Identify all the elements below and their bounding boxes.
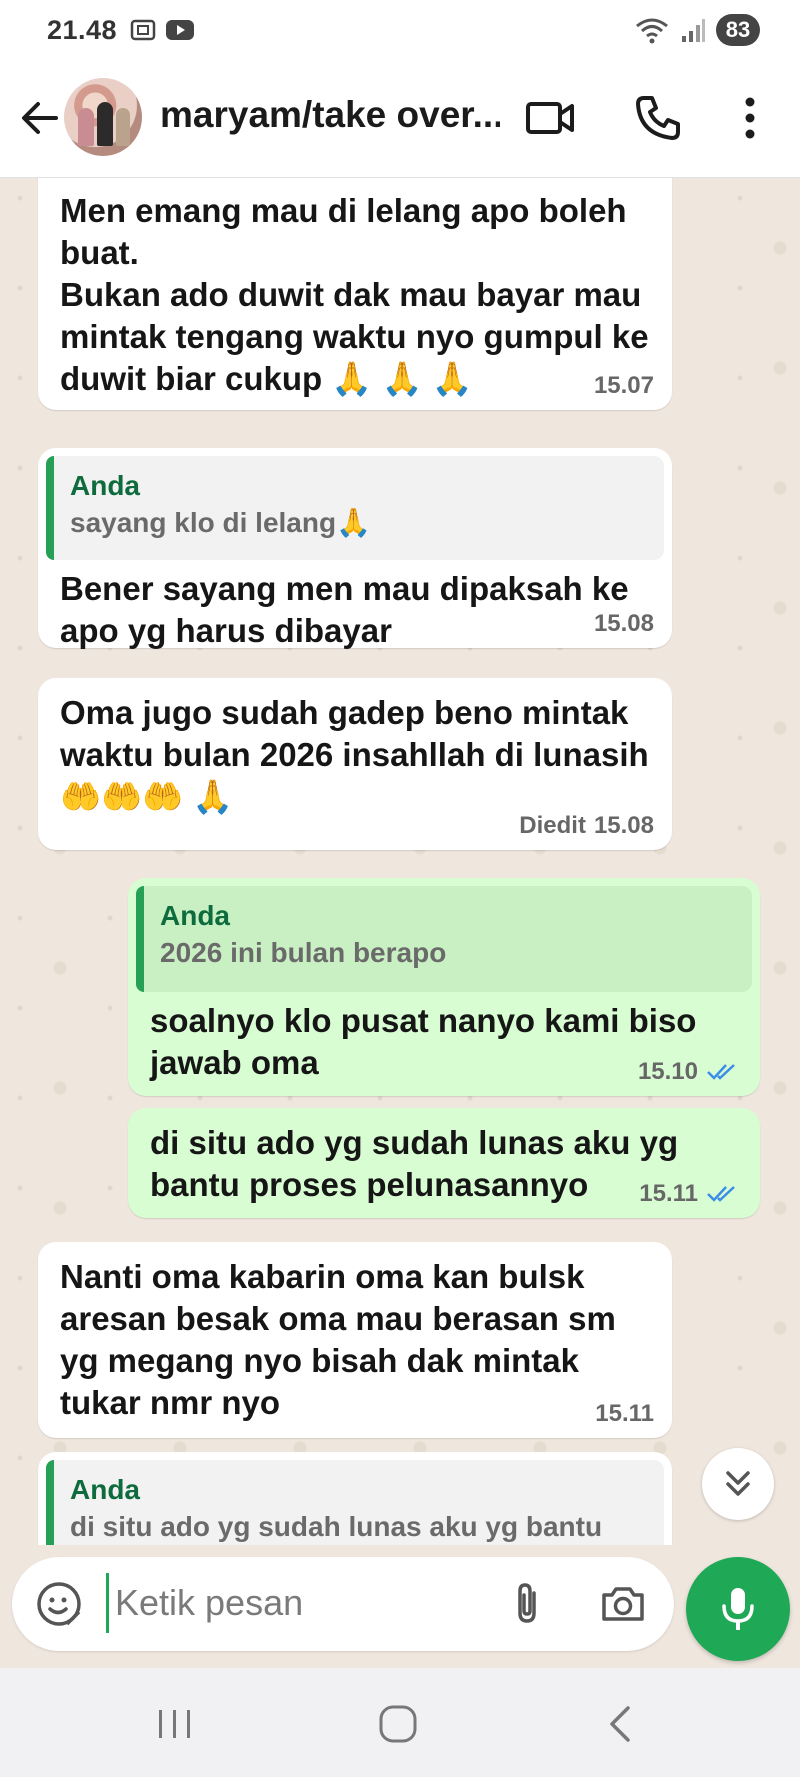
composer-bar	[0, 1545, 800, 1668]
system-navigation-bar	[0, 1668, 800, 1777]
quote-text: sayang klo di lelang🙏	[70, 507, 371, 538]
screenshot-icon	[130, 19, 156, 41]
status-notification-icons	[129, 18, 195, 42]
message-time: 15.11	[639, 1180, 698, 1207]
youtube-icon	[166, 20, 195, 40]
incoming-message[interactable]: Nanti oma kabarin oma kan bulsk aresan b…	[38, 1242, 672, 1438]
message-input[interactable]	[106, 1573, 486, 1633]
phone-call-icon[interactable]	[632, 92, 684, 144]
read-ticks-icon	[707, 1186, 735, 1202]
message-input-container[interactable]	[12, 1557, 674, 1651]
message-text: Bener sayang men mau dipaksah ke apo yg …	[60, 570, 629, 649]
message-list[interactable]: Men emang mau di lelang apo boleh buat. …	[0, 178, 800, 1545]
read-ticks-icon	[707, 1064, 735, 1080]
incoming-message[interactable]: Men emang mau di lelang apo boleh buat. …	[38, 178, 672, 410]
message-meta: 15.11	[595, 1400, 654, 1428]
status-time: 21.48	[47, 14, 118, 45]
message-meta: Diedit 15.08	[519, 812, 654, 840]
outgoing-message[interactable]: Anda 2026 ini bulan berapo soalnyo klo p…	[128, 878, 760, 1096]
sticker-emoji-icon[interactable]	[34, 1579, 84, 1629]
message-time: 15.08	[593, 610, 654, 637]
recent-apps-icon[interactable]	[145, 1696, 205, 1752]
video-call-icon[interactable]	[524, 92, 576, 144]
battery-indicator: 83	[716, 14, 760, 46]
more-options-icon[interactable]	[724, 92, 776, 144]
quoted-message[interactable]: Anda 2026 ini bulan berapo	[136, 886, 752, 992]
message-time: 15.10	[637, 1058, 698, 1085]
contact-avatar[interactable]	[64, 78, 142, 156]
quote-author: Anda	[70, 470, 140, 501]
home-icon[interactable]	[368, 1696, 428, 1752]
incoming-message[interactable]: Anda di situ ado yg sudah lunas aku yg b…	[38, 1452, 672, 1545]
message-text: Men emang mau di lelang apo boleh buat. …	[60, 192, 649, 397]
status-bar: 21.48 83	[0, 0, 800, 60]
edited-label: Diedit	[519, 812, 586, 839]
paperclip-icon[interactable]	[502, 1579, 552, 1629]
message-meta: 15.11	[639, 1180, 742, 1208]
message-meta: 15.08	[594, 610, 654, 638]
message-meta: 15.07	[594, 372, 654, 400]
quote-author: Anda	[160, 900, 230, 931]
voice-message-button[interactable]	[686, 1557, 790, 1661]
microphone-icon	[722, 1588, 754, 1630]
incoming-message[interactable]: Oma jugo sudah gadep beno mintak waktu b…	[38, 678, 672, 850]
contact-name[interactable]: maryam/take over...	[160, 94, 500, 136]
double-chevron-down-icon	[726, 1471, 750, 1496]
camera-icon[interactable]	[598, 1579, 648, 1629]
message-time: 15.07	[593, 372, 654, 399]
quote-author: Anda	[70, 1474, 140, 1505]
quote-text: 2026 ini bulan berapo	[160, 937, 447, 968]
quoted-message[interactable]: Anda di situ ado yg sudah lunas aku yg b…	[46, 1460, 664, 1545]
wifi-icon	[636, 18, 668, 44]
outgoing-message[interactable]: di situ ado yg sudah lunas aku yg bantu …	[128, 1108, 760, 1218]
quote-text: di situ ado yg sudah lunas aku yg bantu	[70, 1511, 603, 1542]
back-arrow-icon[interactable]	[16, 94, 64, 142]
chat-header: maryam/take over...	[0, 60, 800, 178]
quoted-message[interactable]: Anda sayang klo di lelang🙏	[46, 456, 664, 560]
message-meta: 15.10	[638, 1058, 742, 1086]
message-text: Oma jugo sudah gadep beno mintak waktu b…	[60, 694, 649, 815]
message-time: 15.08	[593, 812, 654, 839]
back-icon[interactable]	[592, 1696, 652, 1752]
signal-icon	[682, 19, 705, 42]
scroll-to-bottom-button[interactable]	[702, 1448, 774, 1520]
incoming-message[interactable]: Anda sayang klo di lelang🙏 Bener sayang …	[38, 448, 672, 649]
message-time: 15.11	[595, 1400, 654, 1427]
message-text: Nanti oma kabarin oma kan bulsk aresan b…	[60, 1258, 616, 1421]
